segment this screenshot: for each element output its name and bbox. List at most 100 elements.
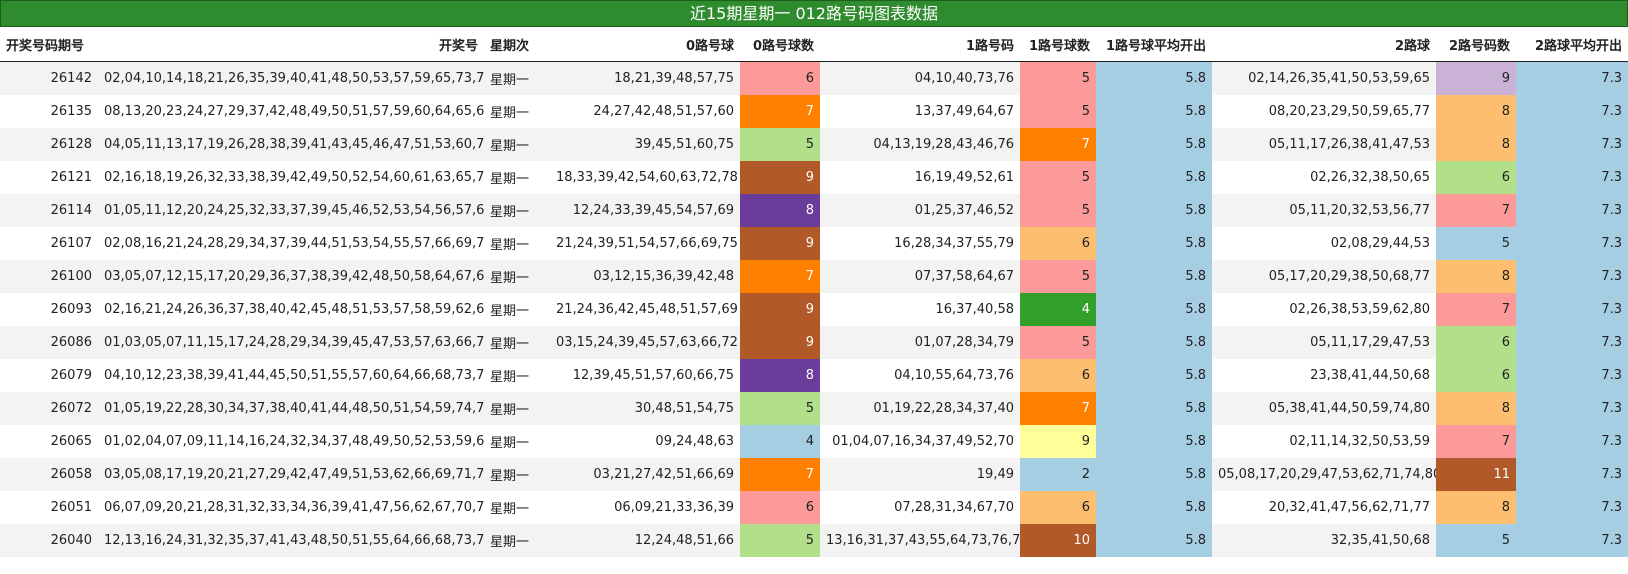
table-row[interactable]: 26128 04,05,11,13,17,19,26,28,38,39,41,43… xyxy=(0,128,1628,161)
cell-r0-count: 9 xyxy=(740,161,820,194)
cell-r1-count: 2 xyxy=(1020,458,1096,491)
cell-draw-numbers: 12,13,16,24,31,32,35,37,41,43,48,50,51,5… xyxy=(98,524,484,557)
cell-r2-count: 8 xyxy=(1436,128,1516,161)
cell-r2-count: 8 xyxy=(1436,491,1516,524)
col-header-r2-avg[interactable]: 2路球平均开出 xyxy=(1516,27,1628,62)
cell-r2-count: 7 xyxy=(1436,194,1516,227)
cell-period: 26128 xyxy=(0,128,98,161)
cell-r0-count: 9 xyxy=(740,326,820,359)
table-row[interactable]: 26107 02,08,16,21,24,28,29,34,37,39,44,51… xyxy=(0,227,1628,260)
cell-draw-numbers: 04,05,11,13,17,19,26,28,38,39,41,43,45,4… xyxy=(98,128,484,161)
table-row[interactable]: 26079 04,10,12,23,38,39,41,44,45,50,51,55… xyxy=(0,359,1628,392)
cell-weekday: 星期一 xyxy=(484,359,550,392)
table-row[interactable]: 26065 01,02,04,07,09,11,14,16,24,32,34,37… xyxy=(0,425,1628,458)
col-header-period[interactable]: 开奖号码期号 xyxy=(0,27,98,62)
cell-r0-balls: 03,21,27,42,51,66,69 xyxy=(550,458,740,491)
col-header-draw[interactable]: 开奖号 xyxy=(98,27,484,62)
cell-r2-avg: 7.3 xyxy=(1516,293,1628,326)
table-row[interactable]: 26100 03,05,07,12,15,17,20,29,36,37,38,39… xyxy=(0,260,1628,293)
cell-r0-count: 6 xyxy=(740,491,820,524)
cell-period: 26121 xyxy=(0,161,98,194)
cell-r1-avg: 5.8 xyxy=(1096,326,1212,359)
col-header-r2-balls[interactable]: 2路球 xyxy=(1212,27,1436,62)
table-row[interactable]: 26051 06,07,09,20,21,28,31,32,33,34,36,39… xyxy=(0,491,1628,524)
table-row[interactable]: 26040 12,13,16,24,31,32,35,37,41,43,48,50… xyxy=(0,524,1628,557)
cell-period: 26058 xyxy=(0,458,98,491)
cell-r2-avg: 7.3 xyxy=(1516,194,1628,227)
cell-r1-avg: 5.8 xyxy=(1096,359,1212,392)
table-row[interactable]: 26072 01,05,19,22,28,30,34,37,38,40,41,44… xyxy=(0,392,1628,425)
cell-r2-count: 8 xyxy=(1436,392,1516,425)
cell-period: 26093 xyxy=(0,293,98,326)
cell-r2-avg: 7.3 xyxy=(1516,161,1628,194)
cell-r2-count: 8 xyxy=(1436,260,1516,293)
cell-r2-balls: 05,08,17,20,29,47,53,62,71,74,80 xyxy=(1212,458,1436,491)
cell-r1-balls: 01,07,28,34,79 xyxy=(820,326,1020,359)
cell-r1-avg: 5.8 xyxy=(1096,425,1212,458)
table-row[interactable]: 26114 01,05,11,12,20,24,25,32,33,37,39,45… xyxy=(0,194,1628,227)
cell-r2-balls: 05,11,17,26,38,41,47,53 xyxy=(1212,128,1436,161)
table-row[interactable]: 26135 08,13,20,23,24,27,29,37,42,48,49,50… xyxy=(0,95,1628,128)
cell-r2-avg: 7.3 xyxy=(1516,491,1628,524)
cell-r0-count: 5 xyxy=(740,128,820,161)
col-header-r2-count[interactable]: 2路号码数 xyxy=(1436,27,1516,62)
cell-period: 26072 xyxy=(0,392,98,425)
col-header-r1-avg[interactable]: 1路号球平均开出 xyxy=(1096,27,1212,62)
cell-r2-count: 6 xyxy=(1436,359,1516,392)
table-row[interactable]: 26121 02,16,18,19,26,32,33,38,39,42,49,50… xyxy=(0,161,1628,194)
cell-r1-balls: 16,19,49,52,61 xyxy=(820,161,1020,194)
cell-r0-balls: 18,21,39,48,57,75 xyxy=(550,61,740,95)
cell-r0-count: 7 xyxy=(740,260,820,293)
col-header-r1-balls[interactable]: 1路号码 xyxy=(820,27,1020,62)
cell-r1-balls: 07,37,58,64,67 xyxy=(820,260,1020,293)
cell-period: 26142 xyxy=(0,61,98,95)
cell-weekday: 星期一 xyxy=(484,293,550,326)
cell-r1-count: 6 xyxy=(1020,227,1096,260)
col-header-weekday[interactable]: 星期次 xyxy=(484,27,550,62)
cell-weekday: 星期一 xyxy=(484,161,550,194)
cell-r0-balls: 12,24,48,51,66 xyxy=(550,524,740,557)
cell-r1-balls: 04,10,55,64,73,76 xyxy=(820,359,1020,392)
cell-r1-balls: 07,28,31,34,67,70 xyxy=(820,491,1020,524)
cell-r0-count: 6 xyxy=(740,61,820,95)
cell-r0-balls: 09,24,48,63 xyxy=(550,425,740,458)
cell-weekday: 星期一 xyxy=(484,392,550,425)
cell-r2-avg: 7.3 xyxy=(1516,524,1628,557)
cell-r1-balls: 16,28,34,37,55,79 xyxy=(820,227,1020,260)
cell-r1-balls: 04,10,40,73,76 xyxy=(820,61,1020,95)
cell-r1-count: 5 xyxy=(1020,326,1096,359)
cell-draw-numbers: 01,05,19,22,28,30,34,37,38,40,41,44,48,5… xyxy=(98,392,484,425)
col-header-r0-balls[interactable]: 0路号球 xyxy=(550,27,740,62)
table-row[interactable]: 26086 01,03,05,07,11,15,17,24,28,29,34,39… xyxy=(0,326,1628,359)
cell-r0-balls: 03,15,24,39,45,57,63,66,72 xyxy=(550,326,740,359)
col-header-r1-count[interactable]: 1路号球数 xyxy=(1020,27,1096,62)
cell-draw-numbers: 03,05,07,12,15,17,20,29,36,37,38,39,42,4… xyxy=(98,260,484,293)
data-table: 开奖号码期号 开奖号 星期次 0路号球 0路号球数 1路号码 1路号球数 1路号… xyxy=(0,27,1628,557)
cell-r2-balls: 02,26,32,38,50,65 xyxy=(1212,161,1436,194)
cell-r2-avg: 7.3 xyxy=(1516,128,1628,161)
cell-weekday: 星期一 xyxy=(484,194,550,227)
table-row[interactable]: 26142 02,04,10,14,18,21,26,35,39,40,41,48… xyxy=(0,61,1628,95)
cell-r1-count: 5 xyxy=(1020,95,1096,128)
cell-weekday: 星期一 xyxy=(484,95,550,128)
cell-r2-avg: 7.3 xyxy=(1516,326,1628,359)
table-row[interactable]: 26093 02,16,21,24,26,36,37,38,40,42,45,48… xyxy=(0,293,1628,326)
cell-r1-avg: 5.8 xyxy=(1096,61,1212,95)
table-row[interactable]: 26058 03,05,08,17,19,20,21,27,29,42,47,49… xyxy=(0,458,1628,491)
cell-r1-balls: 13,37,49,64,67 xyxy=(820,95,1020,128)
cell-r2-avg: 7.3 xyxy=(1516,392,1628,425)
cell-r2-count: 7 xyxy=(1436,425,1516,458)
col-header-r0-count[interactable]: 0路号球数 xyxy=(740,27,820,62)
cell-r1-balls: 19,49 xyxy=(820,458,1020,491)
cell-weekday: 星期一 xyxy=(484,260,550,293)
cell-period: 26086 xyxy=(0,326,98,359)
cell-weekday: 星期一 xyxy=(484,227,550,260)
cell-r1-balls: 13,16,31,37,43,55,64,73,76,79 xyxy=(820,524,1020,557)
cell-weekday: 星期一 xyxy=(484,425,550,458)
cell-r2-balls: 02,14,26,35,41,50,53,59,65 xyxy=(1212,61,1436,95)
cell-r2-avg: 7.3 xyxy=(1516,260,1628,293)
cell-r1-avg: 5.8 xyxy=(1096,161,1212,194)
cell-weekday: 星期一 xyxy=(484,524,550,557)
cell-r2-count: 9 xyxy=(1436,61,1516,95)
cell-r0-count: 9 xyxy=(740,293,820,326)
